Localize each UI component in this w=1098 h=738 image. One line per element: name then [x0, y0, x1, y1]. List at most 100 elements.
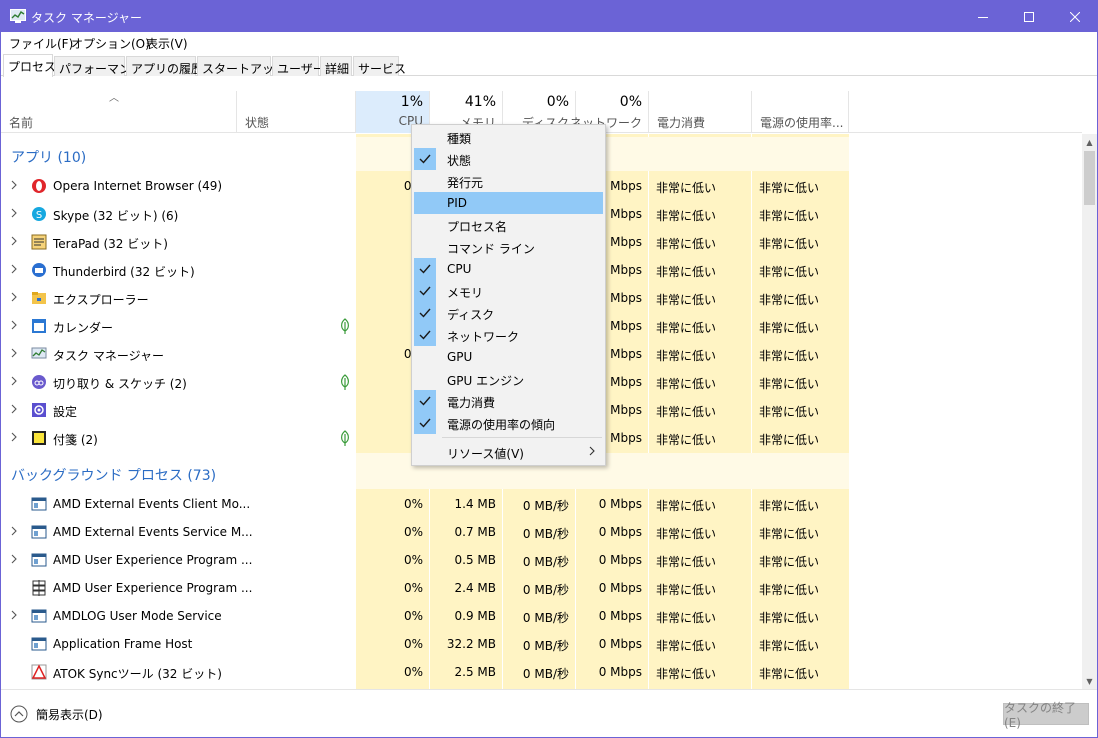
- context-menu-item[interactable]: PID: [414, 192, 603, 214]
- context-menu-item[interactable]: 状態: [414, 148, 603, 170]
- context-menu-item[interactable]: ディスク: [414, 302, 603, 324]
- process-name: AMD External Events Service M...: [53, 525, 253, 539]
- context-menu-item[interactable]: ネットワーク: [414, 324, 603, 346]
- power-trend-value: 非常に低い: [759, 667, 820, 681]
- bg-row[interactable]: AMD External Events Client Mo... 0% 1.4 MB…: [1, 490, 849, 518]
- expand-chevron-icon[interactable]: [11, 208, 17, 218]
- bg-row[interactable]: ATOK Syncツール (32 ビット) 0% 2.5 MB 0 MB/秒 0 Mbp…: [1, 658, 849, 686]
- bg-row[interactable]: AMDLOG User Mode Service 0% 0.9 MB 0 MB/秒 0 …: [1, 602, 849, 630]
- tab-details[interactable]: 詳細: [320, 56, 352, 76]
- memory-value: 0.5 MB: [454, 553, 496, 567]
- context-menu-item[interactable]: メモリ: [414, 280, 603, 302]
- network-value: 0 Mbps: [598, 609, 642, 623]
- process-name: TeraPad (32 ビット): [53, 237, 168, 251]
- expand-chevron-icon[interactable]: [11, 432, 17, 442]
- footer-bar: 簡易表示(D) タスクの終了(E): [1, 689, 1097, 737]
- minimize-button[interactable]: [960, 1, 1006, 32]
- snip-sketch-icon: [32, 375, 46, 389]
- context-menu-item[interactable]: 電源の使用率の傾向: [414, 412, 603, 434]
- header-status[interactable]: 状態: [237, 91, 356, 133]
- checkmark-icon: [414, 148, 436, 170]
- group-header-apps[interactable]: アプリ (10): [11, 147, 86, 167]
- scroll-down-button[interactable]: ▼: [1082, 674, 1097, 689]
- suspended-leaf-icon: [341, 318, 349, 334]
- process-name: Application Frame Host: [53, 637, 193, 651]
- context-menu-item[interactable]: 発行元: [414, 170, 603, 192]
- menu-file[interactable]: ファイル(F): [9, 35, 73, 52]
- bg-row[interactable]: AMD User Experience Program ... 0% 0.5 MB 0…: [1, 546, 849, 574]
- cpu-value: 0%: [403, 553, 423, 567]
- context-menu-label: メモリ: [447, 286, 484, 300]
- expand-chevron-icon[interactable]: [11, 292, 17, 302]
- checkmark-icon: [414, 412, 436, 434]
- vertical-scrollbar[interactable]: [1082, 134, 1097, 689]
- expand-chevron-icon[interactable]: [11, 264, 17, 274]
- context-menu-label: PID: [447, 196, 468, 210]
- context-menu-label: ディスク: [447, 308, 495, 322]
- expand-chevron-icon[interactable]: [11, 180, 17, 190]
- checkmark-icon: [414, 324, 436, 346]
- context-menu-item[interactable]: GPU: [414, 346, 603, 368]
- menu-options[interactable]: オプション(O): [71, 35, 150, 52]
- context-menu-item[interactable]: CPU: [414, 258, 603, 280]
- tab-app-history[interactable]: アプリの履歴: [126, 56, 203, 76]
- cpu-value: 0%: [403, 637, 423, 651]
- context-menu-separator: [442, 437, 602, 438]
- expand-chevron-icon[interactable]: [11, 554, 17, 564]
- expand-chevron-icon[interactable]: [11, 320, 17, 330]
- expand-chevron-icon[interactable]: [11, 526, 17, 536]
- context-menu-item[interactable]: プロセス名: [414, 214, 603, 236]
- cpu-value: 0%: [403, 609, 423, 623]
- title-bar[interactable]: タスク マネージャー: [1, 1, 1097, 32]
- tab-performance[interactable]: パフォーマンス: [54, 56, 143, 76]
- context-menu-label: CPU: [447, 262, 472, 276]
- suspended-leaf-icon: [341, 430, 349, 446]
- service-icon: [31, 525, 47, 539]
- scrollbar-thumb[interactable]: [1084, 151, 1095, 205]
- expand-chevron-icon[interactable]: [11, 404, 17, 414]
- end-task-button[interactable]: タスクの終了(E): [1003, 701, 1089, 730]
- scroll-up-button[interactable]: ▲: [1082, 135, 1097, 150]
- context-menu-item[interactable]: コマンド ライン: [414, 236, 603, 258]
- power-value: 非常に低い: [656, 377, 717, 391]
- tab-processes[interactable]: プロセス: [3, 54, 56, 77]
- disk-value: 0 MB/秒: [522, 499, 569, 513]
- network-value: 0 Mbps: [598, 525, 642, 539]
- expand-chevron-icon[interactable]: [11, 610, 17, 620]
- power-trend-value: 非常に低い: [759, 583, 820, 597]
- process-name: 設定: [53, 405, 78, 419]
- menu-view[interactable]: 表示(V): [146, 35, 188, 52]
- header-power[interactable]: 電力消費: [649, 91, 752, 133]
- header-power-trend[interactable]: 電源の使用率...: [752, 91, 849, 133]
- power-trend-value: 非常に低い: [759, 321, 820, 335]
- column-context-menu: 種類 状態 発行元 PID プロセス名 コマンド ライン CPU メモリ ディスク ネットワーク G…: [411, 124, 606, 466]
- tab-users[interactable]: ユーザー: [272, 56, 325, 76]
- expand-chevron-icon[interactable]: [11, 236, 17, 246]
- maximize-button[interactable]: [1006, 1, 1052, 32]
- tab-startup[interactable]: スタートアップ: [197, 56, 286, 76]
- close-button[interactable]: [1052, 1, 1098, 32]
- power-value: 非常に低い: [656, 209, 717, 223]
- header-cpu-percent: 1%: [400, 94, 423, 110]
- context-menu-item[interactable]: 電力消費: [414, 390, 603, 412]
- tab-services[interactable]: サービス: [353, 56, 406, 76]
- bg-row[interactable]: AMD User Experience Program ... 0% 2.4 MB 0…: [1, 574, 849, 602]
- context-menu-item[interactable]: リソース値(V): [414, 441, 603, 463]
- network-value: 0 Mbps: [598, 665, 642, 679]
- bg-row[interactable]: Application Frame Host 0% 32.2 MB 0 MB/秒 0 M…: [1, 630, 849, 658]
- group-header-background[interactable]: バックグラウンド プロセス (73): [11, 465, 216, 485]
- expand-chevron-icon[interactable]: [11, 348, 17, 358]
- settings-gear-icon: [32, 403, 46, 417]
- fewer-details-link[interactable]: 簡易表示(D): [36, 706, 103, 723]
- expand-chevron-icon[interactable]: [11, 376, 17, 386]
- scroll-down-icon: ▼: [1086, 677, 1093, 686]
- power-trend-value: 非常に低い: [759, 209, 820, 223]
- bg-row[interactable]: AMD External Events Service M... 0% 0.7 MB…: [1, 518, 849, 546]
- context-menu-item[interactable]: GPU エンジン: [414, 368, 603, 390]
- power-trend-value: 非常に低い: [759, 237, 820, 251]
- context-menu-item[interactable]: 種類: [414, 126, 603, 148]
- header-name[interactable]: 名前: [1, 91, 237, 133]
- scroll-up-icon: ▲: [1086, 138, 1093, 147]
- opera-icon: [32, 179, 46, 193]
- collapse-up-icon[interactable]: [10, 705, 28, 723]
